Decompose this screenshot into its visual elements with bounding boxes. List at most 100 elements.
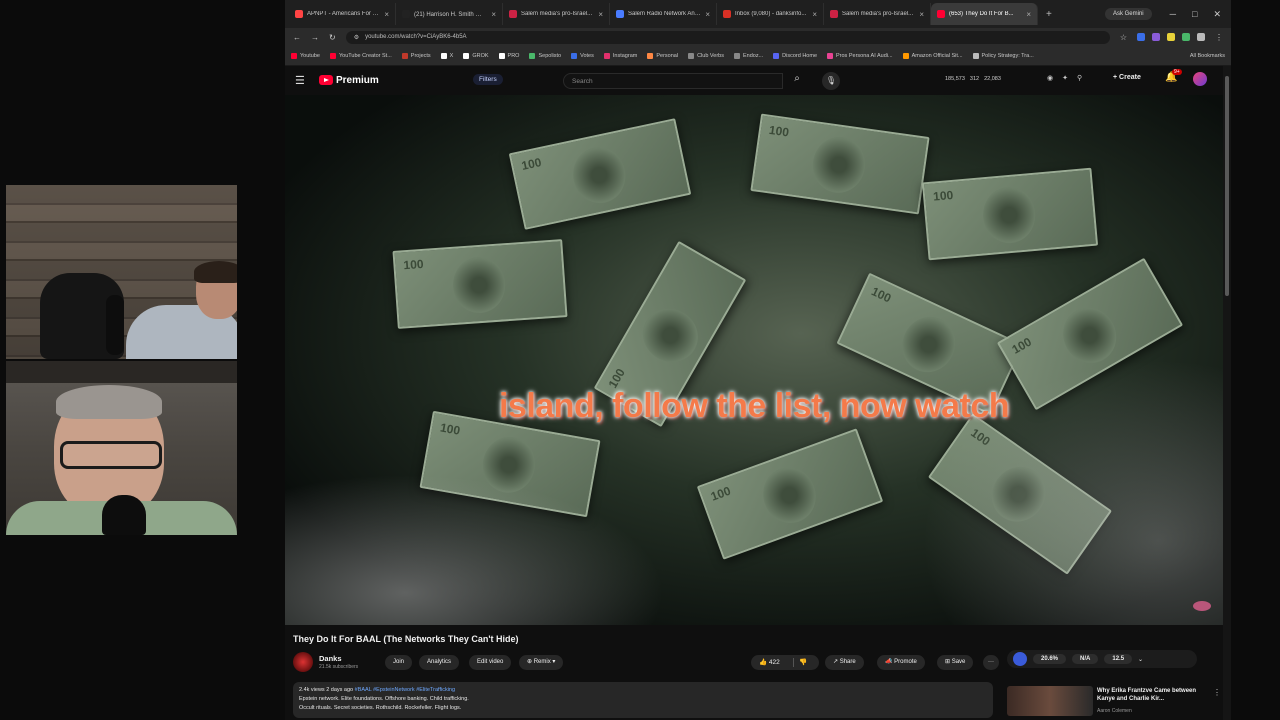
reload-icon[interactable]: ↻ [329,33,336,42]
bookmark-item[interactable]: Pros Persona AI Audi... [827,52,893,59]
promote-label: Promote [894,659,917,665]
video-thumbnail[interactable] [1007,686,1093,716]
close-tab-icon[interactable]: × [705,10,710,19]
create-label: Create [1119,74,1141,81]
scrollbar[interactable] [1223,66,1231,720]
bookmark-icon [291,52,297,59]
more-icon[interactable]: ⋮ [1213,688,1221,697]
close-window-button[interactable]: ✕ [1213,9,1221,20]
extension-icon[interactable] [1013,652,1027,666]
site-info-icon[interactable]: ⚙ [354,34,359,41]
description-line: Epstein network. Elite foundations. Offs… [299,696,469,702]
extension-icon[interactable]: ◉ [1047,74,1053,82]
bookmark-item[interactable]: Projects [401,52,431,59]
hashtags[interactable]: #BAAL #EpsteinNetwork #EliteTrafficking [355,687,455,693]
tab-title: Salem media's pro-Israel... [842,11,914,17]
bookmark-icon [603,52,610,59]
browser-tab[interactable]: Inbox (9,080) - danksinfo... × [717,3,824,25]
join-button[interactable]: Join [385,655,413,670]
forward-icon[interactable]: → [311,33,319,42]
more-actions-button[interactable]: ··· [983,655,999,670]
close-tab-icon[interactable]: × [919,10,924,19]
extension-icon[interactable] [1152,33,1160,41]
promote-button[interactable]: 📣 Promote [877,655,925,670]
bookmark-item[interactable]: Votes [571,52,594,59]
url-input[interactable]: ⚙ youtube.com/watch?v=CiAyBK6-4b5A [345,30,1110,44]
maximize-button[interactable]: □ [1192,9,1197,20]
bookmark-item[interactable]: X [440,52,453,59]
bookmark-star-icon[interactable]: ☆ [1120,33,1127,42]
channel-name[interactable]: Danks [319,654,342,663]
dislike-icon[interactable]: 👎 [799,655,807,670]
bookmark-item[interactable]: Discord Home [773,52,817,59]
bookmark-item[interactable]: Amazon Official Sit... [902,52,963,59]
close-tab-icon[interactable]: × [812,10,817,19]
browser-tab[interactable]: Salem Radio Network Ann... × [610,3,717,25]
browser-tab[interactable]: (653) They Do It For B... × [931,3,1038,25]
voice-search-icon[interactable]: 🎙 [822,72,840,90]
favicon-icon [937,10,945,18]
stat-value: 20.6% [1033,654,1067,664]
channel-avatar[interactable] [293,652,313,672]
bookmark-item[interactable]: Policy Strategy: Tra... [972,52,1034,59]
back-icon[interactable]: ← [293,33,301,42]
bookmark-item[interactable]: YouTube Creator St... [330,52,392,59]
all-bookmarks-link[interactable]: All Bookmarks [1190,53,1225,59]
close-tab-icon[interactable]: × [1026,10,1031,19]
bookmark-item[interactable]: PRO [498,52,520,59]
create-button[interactable]: + Create [1113,74,1141,81]
bookmark-label: Pros Persona AI Audi... [836,52,893,59]
close-tab-icon[interactable]: × [491,10,496,19]
extension-icon[interactable] [1197,33,1205,41]
microphone [102,495,146,535]
ask-gemini-button[interactable]: Ask Gemini [1104,8,1152,20]
browser-tab[interactable]: APNPT - Americans For H... × [289,3,396,25]
filters-button[interactable]: Filters [473,74,503,85]
bookmark-item[interactable]: Endoz... [733,52,763,59]
video-player[interactable]: island, follow the list, now watch [285,95,1223,625]
close-tab-icon[interactable]: × [598,10,603,19]
bookmark-icon [498,52,505,59]
youtube-logo[interactable]: Premium [319,75,379,86]
bookmark-label: Personal [656,52,679,59]
search-icon[interactable]: ⌕ [785,73,809,89]
webcam-top [6,185,237,359]
menu-dots-icon[interactable]: ⋮ [1215,33,1223,42]
recommended-title[interactable]: Why Erika Frantzve Came between Kanye an… [1097,687,1212,703]
extension-icon[interactable] [1182,33,1190,41]
extension-icon[interactable] [1167,33,1175,41]
scrollbar-thumb[interactable] [1225,76,1229,296]
recommended-video[interactable]: Why Erika Frantzve Came between Kanye an… [1007,686,1222,716]
bookmark-item[interactable]: Youtube [291,52,320,59]
close-tab-icon[interactable]: × [384,10,389,19]
search-input[interactable]: Search [563,73,783,89]
bookmark-item[interactable]: Instagram [603,52,637,59]
channel-watermark[interactable] [1193,601,1211,611]
new-tab-button[interactable]: + [1038,9,1060,20]
browser-tab[interactable]: Salem media's pro-Israel... × [503,3,610,25]
extension-icon[interactable]: ⚲ [1077,74,1082,82]
menu-icon[interactable]: ☰ [295,74,307,87]
address-bar: ← → ↻ ⚙ youtube.com/watch?v=CiAyBK6-4b5A… [285,28,1231,46]
remix-button[interactable]: ⊕ Remix ▾ [519,655,564,670]
chevron-down-icon[interactable]: ⌄ [1138,656,1143,663]
like-count: 422 [768,659,780,666]
extension-icon[interactable]: ✦ [1062,74,1068,82]
edit-video-button[interactable]: Edit video [469,655,512,670]
bookmark-item[interactable]: Personal [647,52,679,59]
save-button[interactable]: ⊞ Save [937,655,974,670]
browser-tab[interactable]: Salem media's pro-Israel... × [824,3,931,25]
bookmark-item[interactable]: GROK [463,52,489,59]
bookmark-item[interactable]: Club Verbs [688,52,724,59]
extension-icon[interactable] [1137,33,1145,41]
share-button[interactable]: ↗ Share [825,655,864,670]
description-box[interactable]: 2.4k views 2 days ago #BAAL #EpsteinNetw… [293,682,993,718]
bookmark-item[interactable]: Sepolisto [529,52,561,59]
tab-title: Inbox (9,080) - danksinfo... [735,11,807,17]
like-button[interactable]: 👍 422 [759,659,780,666]
bookmark-label: PRO [507,52,520,59]
avatar[interactable] [1193,72,1207,86]
minimize-button[interactable]: ─ [1170,9,1176,20]
analytics-button[interactable]: Analytics [419,655,460,670]
browser-tab[interactable]: (21) Harrison H. Smith 👁... × [396,3,503,25]
